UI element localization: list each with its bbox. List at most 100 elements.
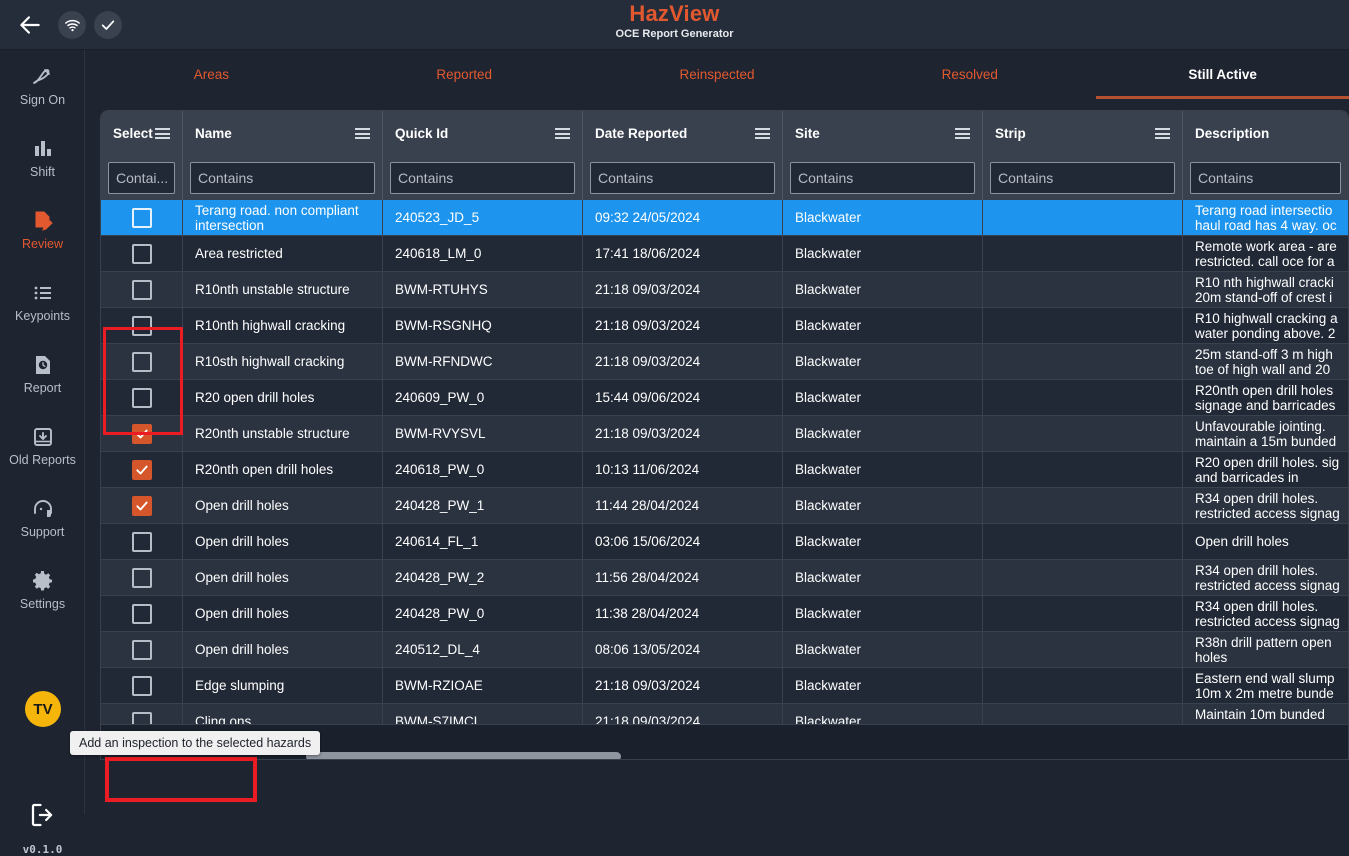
filter-input-site[interactable]: Contains — [790, 162, 975, 194]
cell-quick-id: 240428_PW_2 — [383, 560, 583, 595]
row-select-cell[interactable] — [101, 524, 183, 559]
checkbox-unchecked-icon[interactable] — [131, 351, 152, 372]
tab-still-active[interactable]: Still Active — [1096, 50, 1349, 99]
sidebar-item-review[interactable]: Review — [0, 194, 85, 266]
table-row[interactable]: R10nth highwall cracking BWM-RSGNHQ 21:18 … — [101, 308, 1348, 344]
tab-areas[interactable]: Areas — [85, 50, 338, 99]
inspect-button-tooltip: Add an inspection to the selected hazard… — [70, 731, 321, 755]
sidebar-item-support[interactable]: Support — [0, 482, 85, 554]
table-row[interactable]: R20nth unstable structure BWM-RVYSVL 21:18… — [101, 416, 1348, 452]
cell-description-line2: maintain a 15m bunded — [1195, 433, 1337, 449]
checkbox-checked-icon[interactable] — [131, 459, 152, 480]
column-header-strip[interactable]: Strip — [983, 111, 1183, 156]
list-icon — [31, 281, 55, 305]
row-select-cell[interactable] — [101, 668, 183, 703]
column-menu-icon[interactable] — [555, 128, 570, 139]
row-select-cell[interactable] — [101, 596, 183, 631]
checkbox-unchecked-icon[interactable] — [131, 315, 152, 336]
table-row[interactable]: R10nth unstable structure BWM-RTUHYS 21:18… — [101, 272, 1348, 308]
checkbox-unchecked-icon[interactable] — [131, 207, 152, 228]
row-select-cell[interactable] — [101, 380, 183, 415]
checkbox-checked-icon[interactable] — [131, 495, 152, 516]
checkbox-unchecked-icon[interactable] — [131, 675, 152, 696]
filter-input-select[interactable]: Contai... — [108, 162, 175, 194]
checkbox-unchecked-icon[interactable] — [131, 279, 152, 300]
table-row[interactable]: Open drill holes 240428_PW_0 11:38 28/04/2… — [101, 596, 1348, 632]
column-header-quick-id[interactable]: Quick Id — [383, 111, 583, 156]
table-row[interactable]: R20 open drill holes 240609_PW_0 15:44 09/… — [101, 380, 1348, 416]
tab-reported[interactable]: Reported — [338, 50, 591, 99]
cell-name-line1: R20nth unstable structure — [195, 426, 350, 441]
row-select-cell[interactable] — [101, 344, 183, 379]
column-header-label: Quick Id — [395, 126, 449, 141]
cell-quick-id: 240523_JD_5 — [383, 200, 583, 235]
column-menu-icon[interactable] — [955, 128, 970, 139]
table-row[interactable]: Open drill holes 240614_FL_1 03:06 15/06/2… — [101, 524, 1348, 560]
row-select-cell[interactable] — [101, 236, 183, 271]
row-select-cell[interactable] — [101, 308, 183, 343]
column-header-site[interactable]: Site — [783, 111, 983, 156]
checkbox-unchecked-icon[interactable] — [131, 243, 152, 264]
cell-name-line1: R10nth unstable structure — [195, 282, 350, 297]
checkbox-unchecked-icon[interactable] — [131, 567, 152, 588]
checkbox-unchecked-icon[interactable] — [131, 387, 152, 408]
row-select-cell[interactable] — [101, 560, 183, 595]
tab-reinspected[interactable]: Reinspected — [591, 50, 844, 99]
cell-name-line1: R10nth highwall cracking — [195, 318, 346, 333]
column-menu-icon[interactable] — [1155, 128, 1170, 139]
sidebar-item-sign-on[interactable]: Sign On — [0, 50, 85, 122]
filter-input-description[interactable]: Contains — [1190, 162, 1341, 194]
cell-description-line1: Remote work area - are — [1195, 238, 1337, 254]
checkbox-unchecked-icon[interactable] — [131, 639, 152, 660]
filter-input-name[interactable]: Contains — [190, 162, 375, 194]
table-row[interactable]: R10sth highwall cracking BWM-RFNDWC 21:18 … — [101, 344, 1348, 380]
filter-input-strip[interactable]: Contains — [990, 162, 1175, 194]
avatar[interactable]: TV — [25, 691, 61, 727]
checkbox-unchecked-icon[interactable] — [131, 603, 152, 624]
cell-name: Area restricted — [183, 236, 383, 271]
column-header-select[interactable]: Select — [101, 111, 183, 156]
row-select-cell[interactable] — [101, 272, 183, 307]
table-row[interactable]: Open drill holes 240428_PW_2 11:56 28/04/2… — [101, 560, 1348, 596]
checkbox-unchecked-icon[interactable] — [131, 531, 152, 552]
column-header-name[interactable]: Name — [183, 111, 383, 156]
cell-site: Blackwater — [783, 452, 983, 487]
sidebar-item-shift[interactable]: Shift — [0, 122, 85, 194]
sidebar-item-label: Report — [23, 381, 62, 395]
cell-strip — [983, 560, 1183, 595]
column-menu-icon[interactable] — [355, 128, 370, 139]
row-select-cell[interactable] — [101, 488, 183, 523]
checkbox-checked-icon[interactable] — [131, 423, 152, 444]
sidebar-item-settings[interactable]: Settings — [0, 554, 85, 626]
row-select-cell[interactable] — [101, 452, 183, 487]
row-select-cell[interactable] — [101, 416, 183, 451]
filter-input-date-reported[interactable]: Contains — [590, 162, 775, 194]
row-select-cell[interactable] — [101, 200, 183, 235]
cell-site: Blackwater — [783, 308, 983, 343]
table-row[interactable]: Area restricted 240618_LM_0 17:41 18/06/20… — [101, 236, 1348, 272]
table-row[interactable]: Terang road. non compliant intersection 24… — [101, 200, 1348, 236]
horizontal-scrollbar[interactable] — [306, 752, 621, 759]
row-select-cell[interactable] — [101, 632, 183, 667]
logout-icon[interactable] — [28, 800, 58, 830]
app-brand: HazView OCE Report Generator — [0, 2, 1349, 41]
table-row[interactable]: Open drill holes 240512_DL_4 08:06 13/05/2… — [101, 632, 1348, 668]
sidebar-item-report[interactable]: Report — [0, 338, 85, 410]
table-row[interactable]: Open drill holes 240428_PW_1 11:44 28/04/2… — [101, 488, 1348, 524]
column-header-date-reported[interactable]: Date Reported — [583, 111, 783, 156]
column-menu-icon[interactable] — [755, 128, 770, 139]
table-row[interactable]: Edge slumping BWM-RZIOAE 21:18 09/03/2024 B… — [101, 668, 1348, 704]
tab-resolved[interactable]: Resolved — [843, 50, 1096, 99]
cell-strip — [983, 236, 1183, 271]
column-header-description[interactable]: Description — [1183, 111, 1348, 156]
filter-input-quick-id[interactable]: Contains — [390, 162, 575, 194]
cell-description-line1: Open drill holes — [1195, 534, 1289, 549]
sidebar-item-old-reports[interactable]: Old Reports — [0, 410, 85, 482]
cell-description-line2: 20m stand-off of crest i — [1195, 289, 1333, 305]
sidebar-item-keypoints[interactable]: Keypoints — [0, 266, 85, 338]
cell-site: Blackwater — [783, 344, 983, 379]
table-row[interactable]: R20nth open drill holes 240618_PW_0 10:13 … — [101, 452, 1348, 488]
column-header-label: Select — [113, 126, 153, 141]
column-menu-icon[interactable] — [155, 128, 170, 139]
gear-icon — [31, 569, 55, 593]
